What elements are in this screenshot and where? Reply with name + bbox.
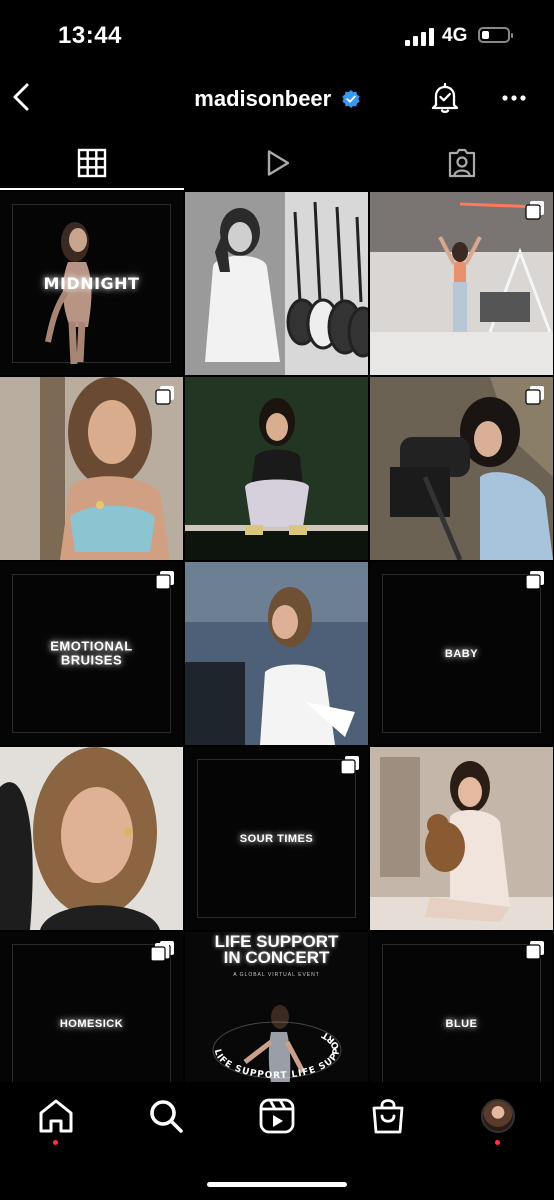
profile-title: madisonbeer bbox=[0, 86, 554, 112]
verified-badge-icon bbox=[342, 90, 360, 108]
post-guitar-photo[interactable] bbox=[185, 192, 368, 375]
post-photo bbox=[0, 747, 183, 930]
multiple-posts-icon bbox=[525, 571, 544, 590]
svg-text:LIFE SUPPORT LIFE SUPPORT: LIFE SUPPORT LIFE SUPPORT bbox=[212, 1029, 343, 1081]
nav-home[interactable] bbox=[36, 1096, 76, 1136]
nav-profile-avatar[interactable] bbox=[481, 1099, 515, 1133]
posts-grid: MIDNIGHT EMOTIONAL BRUISES BABY SOUR TIM… bbox=[0, 192, 554, 1082]
post-title-line-2: BRUISES bbox=[60, 652, 123, 668]
post-photo bbox=[185, 562, 368, 745]
multiple-posts-icon bbox=[340, 756, 359, 775]
more-options-button[interactable] bbox=[500, 88, 528, 108]
post-title: HOMESICK bbox=[59, 1017, 124, 1030]
post-title: BLUE bbox=[445, 1017, 478, 1030]
cellular-signal-icon bbox=[405, 28, 435, 46]
nav-search[interactable] bbox=[146, 1096, 186, 1136]
status-time: 13:44 bbox=[58, 22, 122, 49]
profile-header: madisonbeer bbox=[0, 72, 554, 128]
post-selfie-photo[interactable] bbox=[0, 747, 183, 930]
home-indicator-bar[interactable] bbox=[207, 1182, 347, 1187]
post-baby[interactable]: BABY bbox=[370, 562, 553, 745]
multiple-posts-icon bbox=[155, 386, 174, 405]
battery-icon bbox=[478, 27, 513, 43]
username: madisonbeer bbox=[194, 86, 332, 111]
post-white-dress-photo[interactable] bbox=[185, 562, 368, 745]
multiple-posts-icon bbox=[155, 571, 174, 590]
nav-shop[interactable] bbox=[368, 1096, 408, 1136]
post-title: BABY bbox=[444, 647, 479, 660]
post-sitting-photo[interactable] bbox=[185, 377, 368, 560]
home-icon bbox=[39, 1099, 73, 1133]
grid-icon bbox=[77, 148, 107, 178]
post-blue[interactable]: BLUE bbox=[370, 932, 553, 1082]
post-emotional-bruises[interactable]: EMOTIONAL BRUISES bbox=[0, 562, 183, 745]
post-portrait-blue-top[interactable] bbox=[0, 377, 183, 560]
multiple-posts-icon bbox=[525, 941, 544, 960]
post-concert-stage-photo[interactable] bbox=[370, 192, 553, 375]
network-type: 4G bbox=[442, 25, 468, 46]
reels-icon bbox=[259, 1098, 295, 1134]
tab-reels[interactable] bbox=[185, 138, 369, 190]
multiple-posts-icon bbox=[150, 943, 169, 962]
notifications-button[interactable] bbox=[430, 82, 460, 114]
concert-ring-text: LIFE SUPPORT LIFE SUPPORT bbox=[212, 1021, 343, 1081]
tab-tagged[interactable] bbox=[370, 138, 554, 190]
post-title: EMOTIONAL BRUISES bbox=[0, 638, 183, 668]
post-title: MIDNIGHT bbox=[43, 273, 140, 293]
profile-notification-dot bbox=[495, 1140, 500, 1145]
more-horizontal-icon bbox=[502, 95, 526, 101]
profile-tabs bbox=[0, 138, 554, 190]
concert-ring-label: LIFE SUPPORT LIFE SUPPORT bbox=[212, 1029, 342, 1081]
multiple-posts-icon bbox=[525, 201, 544, 220]
tab-posts-grid[interactable] bbox=[0, 138, 184, 190]
nav-reels[interactable] bbox=[257, 1096, 297, 1136]
play-icon bbox=[267, 150, 290, 176]
post-studio-mic-photo[interactable] bbox=[370, 377, 553, 560]
bell-icon bbox=[431, 82, 459, 113]
tagged-person-icon bbox=[448, 148, 476, 178]
post-midnight[interactable]: MIDNIGHT bbox=[0, 192, 183, 375]
post-title: SOUR TIMES bbox=[239, 832, 314, 845]
post-photo bbox=[185, 192, 368, 375]
home-notification-dot bbox=[53, 1140, 58, 1145]
status-bar: 13:44 4G bbox=[0, 0, 554, 72]
post-frame bbox=[12, 944, 171, 1082]
post-photo bbox=[370, 747, 553, 930]
post-frame bbox=[382, 944, 541, 1082]
post-teddy-bear-photo[interactable] bbox=[370, 747, 553, 930]
post-photo bbox=[185, 377, 368, 560]
post-life-support-concert[interactable]: LIFE SUPPORT IN CONCERT A GLOBAL VIRTUAL… bbox=[185, 932, 368, 1082]
shopping-bag-icon bbox=[372, 1099, 404, 1134]
post-sour-times[interactable]: SOUR TIMES bbox=[185, 747, 368, 930]
multiple-posts-icon bbox=[525, 386, 544, 405]
search-icon bbox=[150, 1100, 183, 1133]
active-tab-indicator bbox=[0, 188, 184, 190]
